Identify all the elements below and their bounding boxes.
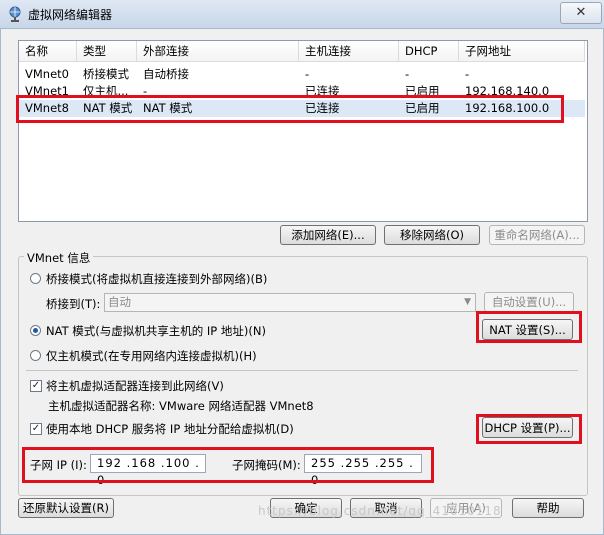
nat-mode-label: NAT 模式(与虚拟机共享主机的 IP 地址)(N) (46, 324, 266, 338)
cell-subnet: - (465, 67, 470, 81)
highlight-box-vmnet8 (16, 95, 564, 123)
network-list[interactable]: 名称 类型 外部连接 主机连接 DHCP 子网地址 VMnet0 桥接模式 自动… (18, 40, 588, 222)
hostonly-mode-radio[interactable] (30, 350, 41, 361)
connect-adapter-label: 将主机虚拟适配器连接到此网络(V) (46, 379, 224, 393)
highlight-box-nat-settings (476, 311, 582, 343)
bridged-to-value: 自动 (108, 295, 131, 309)
highlight-box-dhcp-settings (476, 414, 582, 444)
column-header-host[interactable]: 主机连接 (299, 41, 399, 62)
column-header-name[interactable]: 名称 (19, 41, 77, 62)
bridged-mode-radio[interactable] (30, 273, 41, 284)
connect-adapter-checkbox[interactable]: ✓ (30, 380, 42, 392)
table-row[interactable]: VMnet0 桥接模式 自动桥接 - - - (19, 66, 585, 83)
bridged-to-select[interactable]: 自动 ▼ (104, 293, 476, 312)
restore-defaults-button[interactable]: 还原默认设置(R) (18, 498, 114, 518)
auto-settings-button[interactable]: 自动设置(U)... (484, 292, 574, 312)
help-button[interactable]: 帮助 (512, 498, 584, 518)
rename-network-button[interactable]: 重命名网络(A)... (489, 225, 585, 245)
column-header-type[interactable]: 类型 (77, 41, 137, 62)
watermark: https://blog.csdn.net/qq_41010118 (258, 504, 502, 518)
divider (26, 370, 578, 371)
use-dhcp-checkbox[interactable]: ✓ (30, 423, 42, 435)
highlight-box-subnet (22, 447, 434, 483)
cell-name: VMnet0 (25, 67, 69, 81)
cell-dhcp: - (405, 67, 410, 81)
column-header-subnet[interactable]: 子网地址 (459, 41, 585, 62)
hostonly-mode-label: 仅主机模式(在专用网络内连接虚拟机)(H) (46, 349, 257, 363)
use-dhcp-label: 使用本地 DHCP 服务将 IP 地址分配给虚拟机(D) (46, 422, 294, 436)
window-title: 虚拟网络编辑器 (28, 8, 113, 22)
bridged-to-label: 桥接到(T): (46, 297, 101, 311)
column-header-external[interactable]: 外部连接 (137, 41, 299, 62)
remove-network-button[interactable]: 移除网络(O) (384, 225, 480, 245)
cell-external: 自动桥接 (143, 67, 189, 81)
column-header-dhcp[interactable]: DHCP (399, 41, 459, 62)
cell-type: 桥接模式 (83, 67, 129, 81)
add-network-button[interactable]: 添加网络(E)... (280, 225, 376, 245)
chevron-down-icon: ▼ (464, 297, 471, 307)
bridged-mode-label: 桥接模式(将虚拟机直接连接到外部网络)(B) (46, 272, 268, 286)
close-button[interactable]: ✕ (560, 2, 602, 24)
cell-host: - (305, 67, 310, 81)
vmnet-info-label: VMnet 信息 (24, 250, 94, 266)
adapter-name-label: 主机虚拟适配器名称: VMware 网络适配器 VMnet8 (48, 399, 314, 413)
nat-mode-radio[interactable] (30, 325, 41, 336)
network-globe-icon (9, 6, 21, 22)
